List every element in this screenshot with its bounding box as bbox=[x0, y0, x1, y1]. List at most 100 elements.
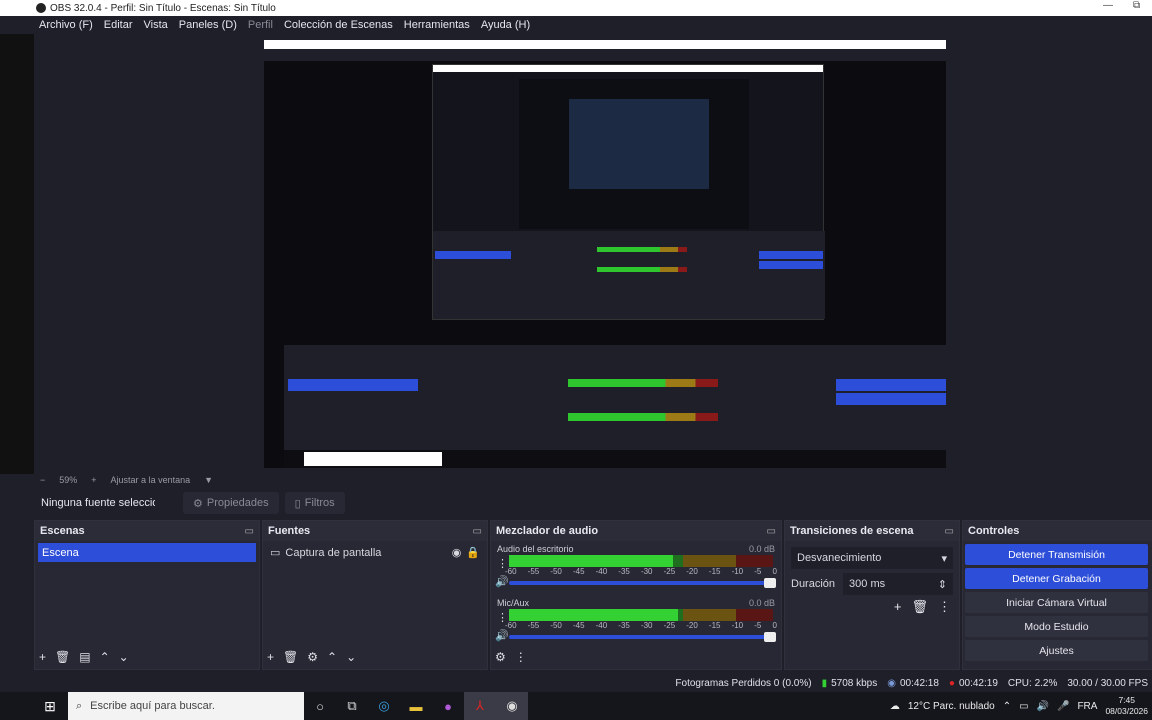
trash-icon[interactable]: 🗑 bbox=[911, 599, 928, 615]
language-indicator[interactable]: FRA bbox=[1077, 701, 1097, 712]
add-icon[interactable]: + bbox=[39, 650, 46, 664]
undock-icon[interactable]: ▭ bbox=[945, 526, 954, 537]
menu-coleccion-escenas[interactable]: Colección de Escenas bbox=[284, 19, 393, 31]
fit-window-label[interactable]: Ajustar a la ventana bbox=[111, 475, 191, 485]
trash-icon[interactable]: 🗑 bbox=[55, 650, 70, 664]
menu-vista[interactable]: Vista bbox=[144, 19, 168, 31]
lock-icon[interactable]: 🔒 bbox=[466, 546, 480, 559]
volume-slider[interactable] bbox=[509, 632, 776, 642]
properties-label: Propiedades bbox=[206, 497, 269, 509]
program-preview[interactable] bbox=[264, 40, 946, 468]
meter-tick-label: -10 bbox=[731, 621, 744, 630]
menu-herramientas[interactable]: Herramientas bbox=[404, 19, 470, 31]
eye-icon[interactable]: ◉ bbox=[452, 546, 462, 559]
zoom-in-button[interactable]: + bbox=[91, 475, 96, 485]
stop-streaming-button[interactable]: Detener Transmisión bbox=[965, 544, 1148, 565]
filters-button[interactable]: ▯ Filtros bbox=[284, 492, 345, 514]
task-view-icon[interactable]: ⧉ bbox=[336, 692, 368, 720]
duration-spinbox[interactable]: 300 ms ⇕ bbox=[843, 573, 953, 595]
obs-taskbar-icon[interactable]: ◉ bbox=[496, 692, 528, 720]
zoom-dropdown-icon[interactable]: ▼ bbox=[204, 475, 213, 485]
mixer-title: Mezclador de audio bbox=[496, 525, 599, 537]
stop-recording-button[interactable]: Detener Grabación bbox=[965, 568, 1148, 589]
transition-value: Desvanecimiento bbox=[797, 552, 882, 564]
meter-tick-label: 0 bbox=[772, 621, 777, 630]
meter-ticks: -60 -55 -50 -45 -40 -35 -30 -25 -20 -15 -10 -5 0 bbox=[505, 621, 777, 630]
scene-item[interactable]: Escena bbox=[38, 543, 256, 562]
slider-knob[interactable] bbox=[764, 578, 776, 588]
kebab-icon[interactable]: ⋮ bbox=[497, 557, 508, 570]
sources-toolbar: + 🗑 ⚙ ⌃ ⌄ bbox=[267, 647, 483, 667]
acrobat-icon[interactable]: ⅄ bbox=[464, 692, 496, 720]
preview-taskbar bbox=[284, 450, 946, 468]
preview-taskbar-search bbox=[304, 452, 442, 466]
clock-date: 08/03/2026 bbox=[1105, 706, 1148, 716]
spinner-icon[interactable]: ⇕ bbox=[938, 578, 947, 591]
menu-archivo[interactable]: Archivo (F) bbox=[39, 19, 93, 31]
advanced-audio-icon[interactable]: ⚙ bbox=[495, 650, 506, 664]
clock[interactable]: 7:45 08/03/2026 bbox=[1105, 695, 1148, 717]
channel-db: 0.0 dB bbox=[748, 544, 775, 554]
filter-icon[interactable]: ▤ bbox=[79, 650, 90, 664]
network-icon[interactable]: ▭ bbox=[1019, 701, 1028, 712]
weather-text[interactable]: 12°C Parc. nublado bbox=[908, 701, 995, 712]
preview-scene-selected bbox=[288, 379, 418, 391]
scenes-title: Escenas bbox=[40, 525, 85, 537]
channel-name: Mic/Aux bbox=[497, 598, 530, 608]
preview-nested-titlebar bbox=[264, 40, 946, 49]
menu-paneles[interactable]: Paneles (D) bbox=[179, 19, 237, 31]
chevron-down-icon: ▾ bbox=[941, 552, 947, 565]
source-item[interactable]: ▭ Captura de pantalla ◉ 🔒 bbox=[266, 543, 484, 562]
chevron-up-icon[interactable]: ⌃ bbox=[1003, 701, 1011, 712]
mic-icon[interactable]: 🎤 bbox=[1057, 701, 1069, 712]
undock-icon[interactable]: ▭ bbox=[473, 526, 482, 537]
meter-tick-label: -25 bbox=[663, 621, 676, 630]
speaker-icon[interactable]: 🔊 bbox=[495, 575, 509, 588]
move-up-icon[interactable]: ⌃ bbox=[100, 650, 110, 664]
meter-tick-label: -35 bbox=[618, 567, 630, 576]
menu-editar[interactable]: Editar bbox=[104, 19, 133, 31]
move-up-icon[interactable]: ⌃ bbox=[327, 650, 337, 664]
stream-icon: ◉ bbox=[887, 677, 896, 689]
volume-meter bbox=[509, 609, 773, 621]
file-explorer-icon[interactable]: ▬ bbox=[400, 692, 432, 720]
edge-icon[interactable]: ◎ bbox=[368, 692, 400, 720]
volume-icon[interactable]: 🔊 bbox=[1037, 701, 1049, 712]
add-icon[interactable]: + bbox=[894, 599, 902, 615]
slider-knob[interactable] bbox=[764, 632, 776, 642]
kebab-icon[interactable]: ⋮ bbox=[938, 599, 951, 615]
studio-mode-button[interactable]: Modo Estudio bbox=[965, 616, 1148, 637]
zoom-out-button[interactable]: − bbox=[40, 475, 45, 485]
preview-nested-meter bbox=[597, 247, 687, 252]
start-virtual-camera-button[interactable]: Iniciar Cámara Virtual bbox=[965, 592, 1148, 613]
menu-perfil[interactable]: Perfil bbox=[248, 19, 273, 31]
weather-icon[interactable]: ☁ bbox=[890, 701, 900, 712]
kebab-icon[interactable]: ⋮ bbox=[497, 611, 508, 624]
rec-status: ● 00:42:19 bbox=[949, 678, 998, 689]
restore-button[interactable]: ⧉ bbox=[1133, 0, 1140, 11]
undock-icon[interactable]: ▭ bbox=[245, 526, 254, 537]
kebab-icon[interactable]: ⋮ bbox=[515, 650, 527, 664]
speaker-icon[interactable]: 🔊 bbox=[495, 629, 509, 642]
meter-tick-label: -55 bbox=[527, 567, 540, 576]
settings-button[interactable]: Ajustes bbox=[965, 640, 1148, 661]
transition-select[interactable]: Desvanecimiento ▾ bbox=[791, 547, 953, 569]
taskbar-search[interactable]: ⌕ Escribe aquí para buscar. bbox=[68, 692, 304, 720]
add-icon[interactable]: + bbox=[267, 650, 274, 664]
move-down-icon[interactable]: ⌄ bbox=[346, 650, 356, 664]
gear-icon[interactable]: ⚙ bbox=[307, 650, 318, 664]
chat-app-icon[interactable]: ● bbox=[432, 692, 464, 720]
volume-slider[interactable] bbox=[509, 578, 776, 588]
cortana-icon[interactable]: ○ bbox=[304, 692, 336, 720]
no-source-label: Ninguna fuente seleccionada bbox=[41, 497, 155, 509]
minimize-button[interactable]: — bbox=[1103, 0, 1113, 11]
preview-meter bbox=[568, 379, 718, 387]
move-down-icon[interactable]: ⌄ bbox=[119, 650, 129, 664]
trash-icon[interactable]: 🗑 bbox=[283, 650, 298, 664]
undock-icon[interactable]: ▭ bbox=[767, 526, 776, 537]
windows-start-icon[interactable]: ⊞ bbox=[36, 698, 64, 715]
bitrate-status: ▮ 5708 kbps bbox=[822, 678, 878, 689]
properties-button[interactable]: ⚙ Propiedades bbox=[183, 492, 279, 514]
preview-nested-control bbox=[759, 251, 823, 259]
menu-ayuda[interactable]: Ayuda (H) bbox=[481, 19, 530, 31]
